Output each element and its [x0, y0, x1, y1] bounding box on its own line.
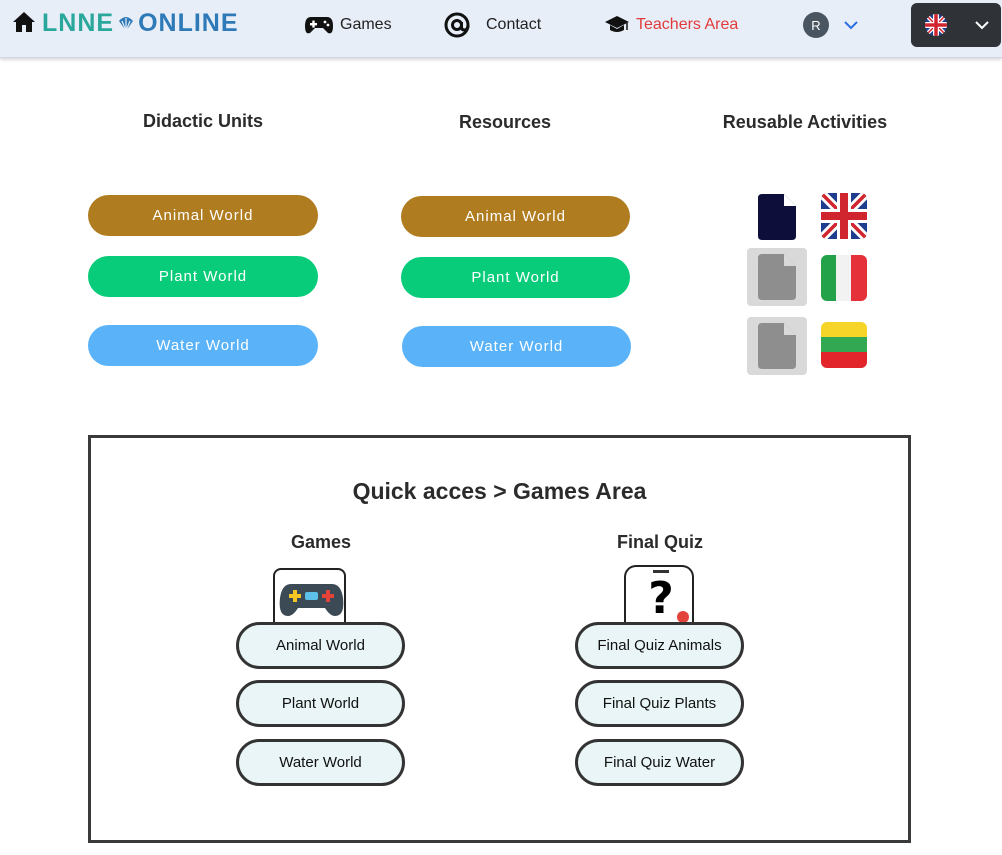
- resources-animal-world-button[interactable]: Animal World: [401, 196, 630, 237]
- logo-text-part1: LNNE: [42, 8, 115, 37]
- nav-teachers-area[interactable]: Teachers Area: [604, 10, 738, 40]
- nav-games-label: Games: [340, 16, 392, 33]
- reusable-activities-title: Reusable Activities: [722, 112, 888, 132]
- quick-access-title: Quick acces > Games Area: [352, 478, 647, 504]
- site-logo[interactable]: LNNE ONLINE: [42, 8, 239, 38]
- svg-text:?: ?: [648, 573, 674, 624]
- shell-logo-icon: [119, 17, 134, 32]
- games-subtitle: Games: [290, 532, 352, 552]
- document-icon: [758, 254, 796, 300]
- graduation-cap-icon: [605, 16, 629, 32]
- resources-water-world-button[interactable]: Water World: [402, 326, 631, 367]
- language-selector[interactable]: [911, 3, 1001, 47]
- top-navbar: LNNE ONLINE Games Contact Teachers Area …: [0, 0, 1002, 58]
- lithuania-flag-activity-icon[interactable]: [821, 322, 867, 368]
- quick-access-panel: Quick acces > Games Area Games Final Qui…: [88, 435, 911, 843]
- games-plant-world-button[interactable]: Plant World: [236, 680, 405, 727]
- logo-text-part2: ONLINE: [138, 8, 239, 37]
- uk-flag-icon: [925, 14, 947, 36]
- reusable-activity-lithuanian-document[interactable]: [747, 317, 807, 375]
- final-quiz-water-button[interactable]: Final Quiz Water: [575, 739, 744, 786]
- user-avatar[interactable]: R: [803, 12, 829, 38]
- games-card-icon[interactable]: [273, 568, 346, 624]
- resources-plant-world-button[interactable]: Plant World: [401, 257, 630, 298]
- gamepad-icon: [279, 584, 344, 616]
- gamepad-icon: [305, 17, 333, 34]
- user-menu-chevron-icon[interactable]: [843, 17, 859, 33]
- home-icon[interactable]: [12, 10, 36, 34]
- reusable-activity-english-document[interactable]: [747, 188, 807, 246]
- chevron-down-icon: [975, 21, 989, 30]
- nav-teachers-label: Teachers Area: [636, 16, 739, 33]
- final-quiz-animals-button[interactable]: Final Quiz Animals: [575, 622, 744, 669]
- nav-contact-label: Contact: [486, 16, 542, 33]
- at-sign-icon: [444, 12, 470, 38]
- games-water-world-button[interactable]: Water World: [236, 739, 405, 786]
- didactic-units-title: Didactic Units: [142, 111, 264, 131]
- didactic-water-world-button[interactable]: Water World: [88, 325, 318, 366]
- didactic-plant-world-button[interactable]: Plant World: [88, 256, 318, 297]
- nav-contact[interactable]: Contact: [442, 10, 541, 40]
- italy-flag-activity-icon[interactable]: [821, 255, 867, 301]
- question-mark-icon: ?: [648, 570, 689, 624]
- final-quiz-plants-button[interactable]: Final Quiz Plants: [575, 680, 744, 727]
- final-quiz-subtitle: Final Quiz: [616, 532, 703, 552]
- document-icon: [758, 323, 796, 369]
- resources-title: Resources: [458, 112, 552, 132]
- final-quiz-card-icon[interactable]: ?: [624, 565, 694, 624]
- uk-flag-activity-icon[interactable]: [821, 193, 867, 239]
- games-animal-world-button[interactable]: Animal World: [236, 622, 405, 669]
- nav-games[interactable]: Games: [304, 10, 392, 40]
- document-icon: [758, 194, 796, 240]
- reusable-activity-italian-document[interactable]: [747, 248, 807, 306]
- didactic-animal-world-button[interactable]: Animal World: [88, 195, 318, 236]
